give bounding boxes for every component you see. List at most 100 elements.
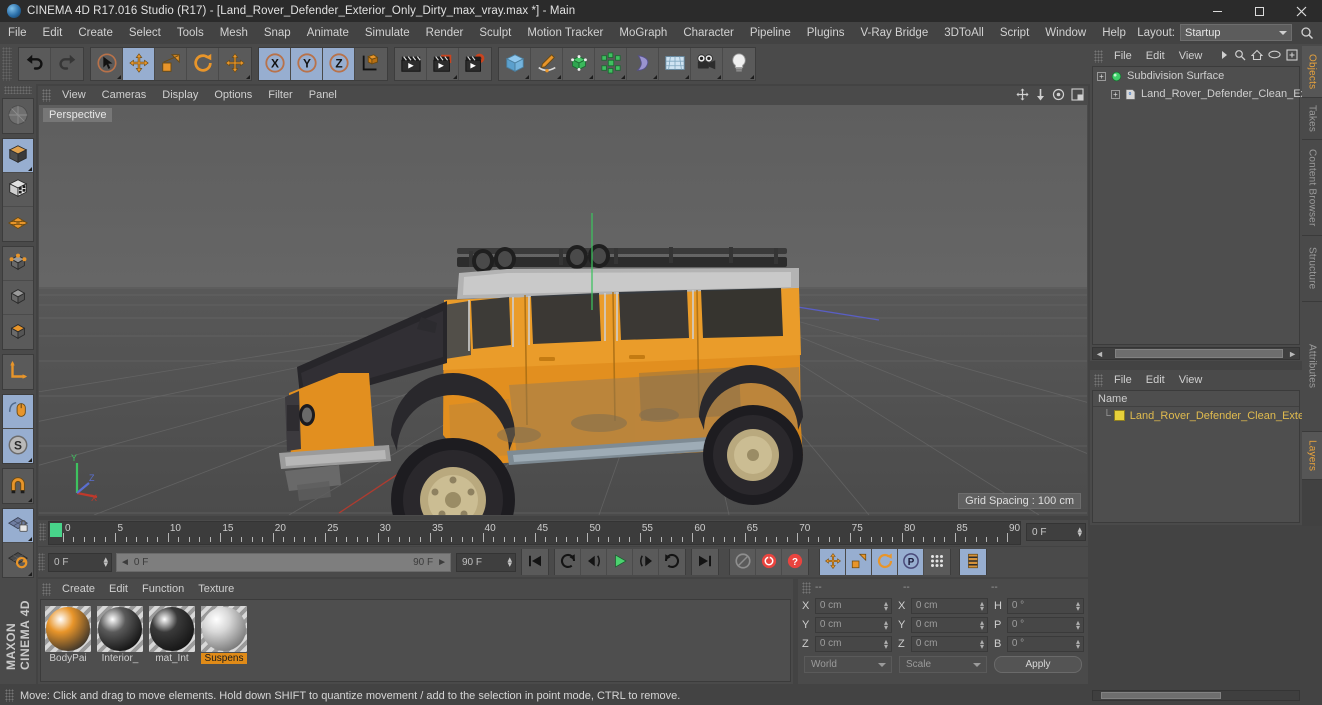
object-manager-hscrollbar[interactable]: ◄ ► — [1092, 347, 1300, 360]
max-frame-field[interactable]: 90 F ▴ ▾ — [456, 552, 516, 572]
viewport-solo-button[interactable] — [3, 395, 33, 429]
material-preview[interactable] — [45, 606, 91, 652]
layer-color-swatch[interactable] — [1113, 410, 1125, 421]
menu-item-sculpt[interactable]: Sculpt — [471, 22, 519, 44]
polygons-mode-button[interactable] — [3, 315, 33, 349]
scroll-right-icon[interactable]: ► — [1286, 349, 1299, 359]
apply-button[interactable]: Apply — [994, 656, 1082, 673]
timeline-ruler[interactable]: 0 5 10 15 20 25 30 35 40 45 50 55 60 65 70 75 80 85 90 — [48, 521, 1021, 545]
coordinate-system-dropdown[interactable]: World — [804, 656, 892, 673]
lock-z-axis[interactable]: Z — [323, 48, 355, 80]
bottom-horizontal-scrollbar[interactable] — [1092, 690, 1300, 701]
sub-menu-corner-icon[interactable] — [653, 75, 657, 79]
rotation-field[interactable]: 0 ° ▴ ▾ — [1006, 616, 1084, 633]
size-field[interactable]: 0 cm ▴ ▾ — [910, 616, 988, 633]
material-menu-texture[interactable]: Texture — [191, 583, 241, 595]
lock-y-axis[interactable]: Y — [291, 48, 323, 80]
pan-view-icon[interactable] — [1016, 88, 1029, 104]
spinner-icon[interactable]: ▴ ▾ — [507, 554, 512, 568]
toolbar-grip[interactable] — [2, 47, 12, 81]
menu-item-select[interactable]: Select — [121, 22, 169, 44]
mesh-object[interactable]: +0 Land_Rover_Defender_Clean_Ext — [1093, 85, 1309, 103]
object-manager-menu-edit[interactable]: Edit — [1139, 50, 1172, 62]
menu-item-help[interactable]: Help — [1094, 22, 1134, 44]
key-parameter-button[interactable]: P — [898, 549, 924, 575]
spinner-icon[interactable]: ▴ ▾ — [1076, 637, 1080, 650]
preview-range-bar[interactable]: ◄ 0 F 90 F ► — [116, 552, 451, 572]
spinner-icon[interactable]: ▴ ▾ — [884, 637, 888, 650]
layer-manager-grip[interactable] — [1094, 373, 1103, 387]
layer-list[interactable]: Name └ Land_Rover_Defender_Clean_Exte — [1092, 390, 1304, 523]
tab-layers[interactable]: Layers — [1302, 432, 1322, 480]
sub-menu-corner-icon[interactable] — [117, 75, 121, 79]
tab-takes[interactable]: Takes — [1302, 98, 1322, 140]
object-manager-grip[interactable] — [1094, 49, 1103, 63]
sub-menu-corner-icon[interactable] — [589, 75, 593, 79]
redo-button[interactable] — [51, 48, 83, 80]
size-mode-dropdown[interactable]: Scale — [899, 656, 987, 673]
enable-snap-button[interactable]: S — [3, 429, 33, 463]
menu-item-render[interactable]: Render — [418, 22, 472, 44]
step-forward-button[interactable] — [633, 549, 659, 575]
key-position-button[interactable] — [820, 549, 846, 575]
viewport-menu-panel[interactable]: Panel — [301, 86, 345, 105]
material-preview[interactable] — [97, 606, 143, 652]
search-icon[interactable] — [1234, 49, 1246, 64]
lock-workplane-button[interactable] — [3, 509, 33, 543]
material-menu-create[interactable]: Create — [55, 583, 102, 595]
position-field[interactable]: 0 cm ▴ ▾ — [814, 616, 892, 633]
live-selection-tool[interactable] — [91, 48, 123, 80]
layer-manager-menu-view[interactable]: View — [1172, 374, 1210, 386]
menu-item-simulate[interactable]: Simulate — [357, 22, 418, 44]
spinner-icon[interactable]: ▴ ▾ — [980, 599, 984, 612]
expand-toggle-icon[interactable]: + — [1111, 89, 1120, 99]
viewport-3d[interactable]: Perspective Y X Z Grid Spacing : 100 cm — [39, 105, 1087, 515]
sub-menu-corner-icon[interactable] — [28, 167, 32, 171]
material-manager-grip[interactable] — [42, 582, 51, 596]
range-right-arrow-icon[interactable]: ► — [437, 557, 447, 568]
magnet-move-tool[interactable] — [219, 48, 251, 80]
timeline-current-frame-field[interactable]: 0 F ▴ ▾ — [1026, 523, 1086, 541]
layer-manager-menu-edit[interactable]: Edit — [1139, 374, 1172, 386]
play-backwards-loop-button[interactable] — [555, 549, 581, 575]
menu-item-tools[interactable]: Tools — [169, 22, 212, 44]
add-light-button[interactable] — [723, 48, 755, 80]
workplane-mode-button[interactable] — [3, 207, 33, 241]
maximize-view-icon[interactable] — [1071, 88, 1084, 104]
spinner-icon[interactable]: ▴ ▾ — [884, 599, 888, 612]
timeline-grip[interactable] — [39, 523, 46, 541]
subdivision-surface-object[interactable]: + Subdivision Surface — [1093, 67, 1299, 85]
object-tree[interactable]: + Subdivision Surface +0 Land_Rover_Defende… — [1092, 66, 1309, 345]
maximize-button[interactable] — [1238, 0, 1280, 22]
position-field[interactable]: 0 cm ▴ ▾ — [814, 597, 892, 614]
menu-item-window[interactable]: Window — [1037, 22, 1094, 44]
layer-row[interactable]: └ Land_Rover_Defender_Clean_Exte — [1093, 407, 1304, 424]
material-suspension[interactable]: Suspens — [201, 606, 247, 675]
add-floor-button[interactable] — [659, 48, 691, 80]
menu-item-motion-tracker[interactable]: Motion Tracker — [519, 22, 611, 44]
rotation-field[interactable]: 0 ° ▴ ▾ — [1006, 635, 1084, 652]
material-interior[interactable]: Interior_ — [97, 606, 143, 675]
sub-menu-corner-icon[interactable] — [28, 537, 32, 541]
current-frame-field[interactable]: 0 F ▴ ▾ — [48, 552, 112, 572]
magnet-tool-button[interactable] — [3, 469, 33, 503]
close-button[interactable] — [1280, 0, 1322, 22]
viewport-menu-view[interactable]: View — [54, 86, 94, 105]
menu-item-mograph[interactable]: MoGraph — [611, 22, 675, 44]
scroll-thumb[interactable] — [1101, 692, 1221, 699]
menu-item-script[interactable]: Script — [992, 22, 1037, 44]
menu-item-character[interactable]: Character — [675, 22, 742, 44]
left-palette-grip[interactable] — [4, 86, 32, 94]
viewport-menu-cameras[interactable]: Cameras — [94, 86, 155, 105]
lock-x-axis[interactable]: X — [259, 48, 291, 80]
sub-menu-corner-icon[interactable] — [750, 75, 754, 79]
status-bar-grip[interactable] — [5, 689, 14, 702]
rotate-view-icon[interactable] — [1052, 88, 1065, 104]
tab-objects[interactable]: Objects — [1302, 46, 1322, 98]
timeline-playhead[interactable] — [50, 523, 62, 537]
undo-button[interactable] — [19, 48, 51, 80]
enable-axis-modification-button[interactable] — [3, 355, 33, 389]
texture-mode-button[interactable] — [3, 173, 33, 207]
scale-tool[interactable] — [155, 48, 187, 80]
menu-item-animate[interactable]: Animate — [299, 22, 357, 44]
